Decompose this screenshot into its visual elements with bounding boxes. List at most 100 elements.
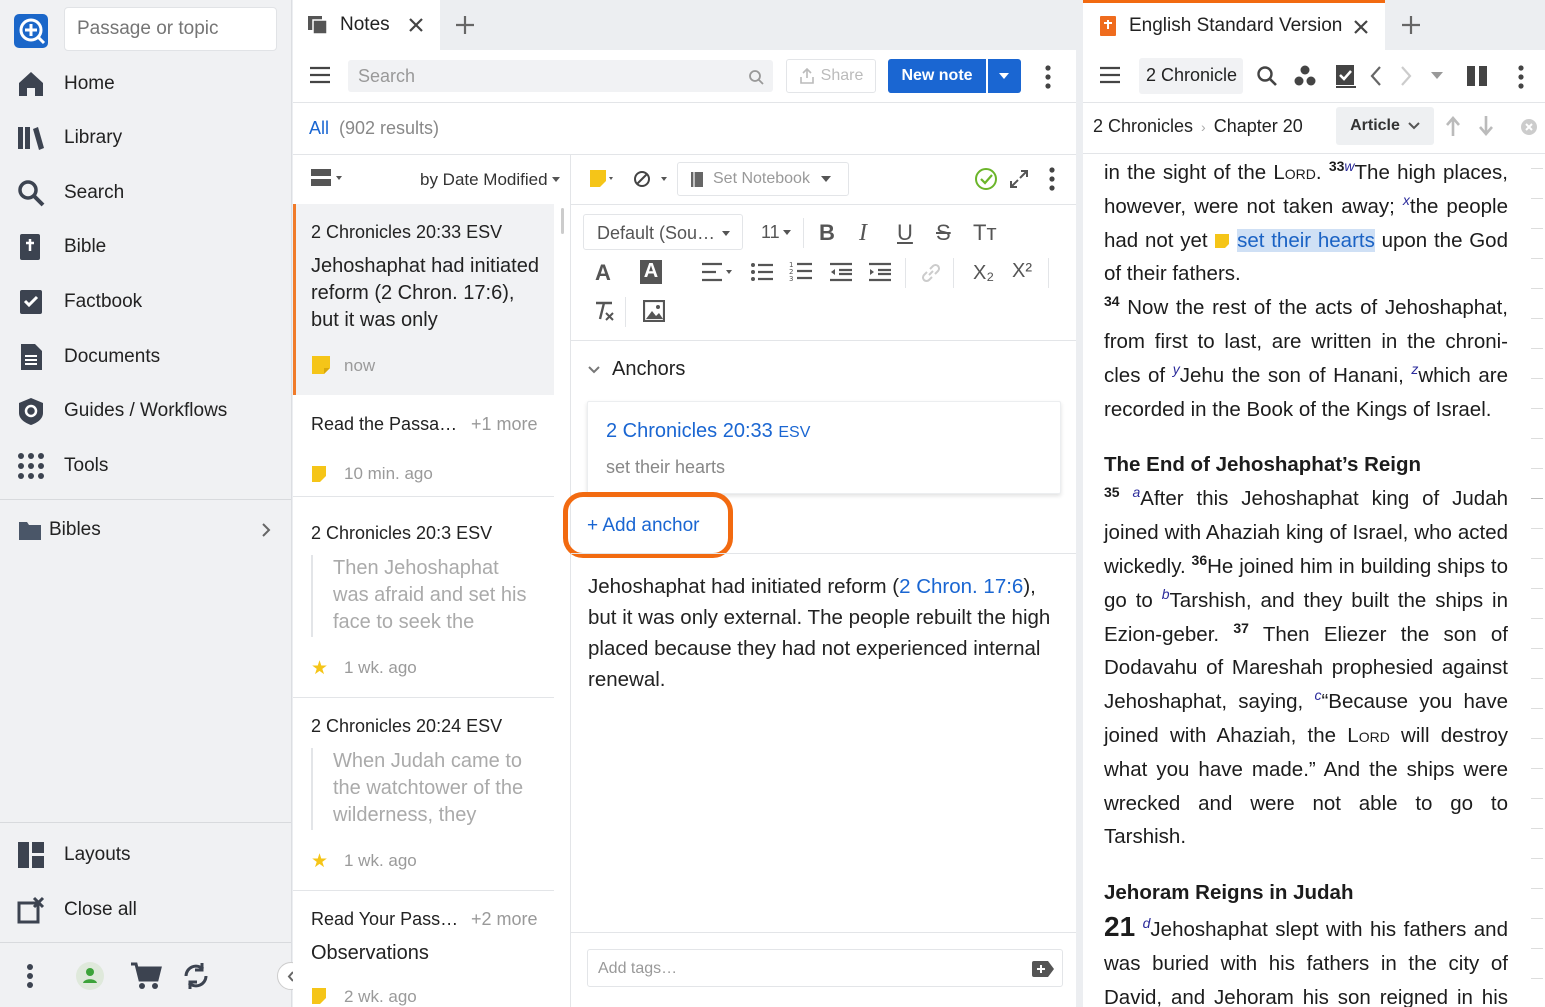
sync-icon[interactable] xyxy=(180,960,212,992)
more-vertical-icon[interactable] xyxy=(1517,64,1525,90)
sidebar-item-library[interactable]: Library xyxy=(0,113,291,163)
sidebar-item-factbook[interactable]: Factbook xyxy=(0,277,291,327)
more-vertical-icon[interactable] xyxy=(26,963,34,989)
close-icon[interactable] xyxy=(1353,19,1369,35)
close-icon[interactable] xyxy=(408,17,424,33)
sidebar-item-bibles[interactable]: Bibles xyxy=(0,507,291,553)
new-note-button[interactable]: New note xyxy=(888,59,986,93)
sidebar-item-layouts[interactable]: Layouts xyxy=(0,830,291,880)
share-button[interactable]: Share xyxy=(786,59,876,93)
add-tab-icon[interactable] xyxy=(1401,15,1421,35)
subscript-button[interactable]: X₂ xyxy=(973,262,994,285)
add-tag-icon[interactable] xyxy=(1031,960,1055,978)
factbook-icon[interactable] xyxy=(1335,64,1357,88)
ruler-tick xyxy=(1531,768,1543,769)
align-icon[interactable] xyxy=(701,262,735,282)
ruler-marker[interactable] xyxy=(1531,498,1543,499)
numbered-list-icon[interactable]: 123 xyxy=(789,260,813,282)
tab-esv[interactable]: English Standard Version xyxy=(1083,0,1385,50)
anchor-card[interactable]: 2 Chronicles 20:33 ESV set their hearts xyxy=(587,401,1061,494)
back-arrow-icon[interactable] xyxy=(1369,65,1383,87)
bullet-list-icon[interactable] xyxy=(750,262,774,282)
notes-search-input[interactable]: Search xyxy=(348,60,773,92)
note-list-item[interactable]: 2 Chronicles 20:24 ESV When Judah came t… xyxy=(293,698,554,890)
arrow-down-icon[interactable] xyxy=(1478,115,1494,137)
ruler-tick xyxy=(1531,468,1543,469)
sidebar-item-tools[interactable]: Tools xyxy=(0,441,291,491)
article-dropdown[interactable]: Article xyxy=(1336,107,1434,145)
parallel-view-icon[interactable] xyxy=(1466,65,1488,87)
text-case-button[interactable]: Tт xyxy=(973,220,997,246)
sidebar-item-bible[interactable]: Bible xyxy=(0,222,291,272)
bold-button[interactable]: B xyxy=(819,220,835,246)
people-icon[interactable] xyxy=(1293,64,1317,88)
clear-style-icon[interactable] xyxy=(633,170,669,188)
note-list-item[interactable]: Read the Passa… +1 more 10 min. ago xyxy=(293,396,554,496)
breadcrumb-chapter[interactable]: Chapter 20 xyxy=(1214,116,1303,137)
tab-notes[interactable]: Notes xyxy=(293,0,440,50)
sidebar-item-documents[interactable]: Documents xyxy=(0,332,291,382)
more-vertical-icon[interactable] xyxy=(1048,166,1056,192)
tags-input[interactable]: Add tags… xyxy=(587,949,1063,987)
menu-icon[interactable] xyxy=(1099,66,1121,84)
close-all-icon xyxy=(17,896,45,924)
sidebar-item-search[interactable]: Search xyxy=(0,168,291,218)
arrow-up-icon[interactable] xyxy=(1445,115,1461,137)
passage-input[interactable] xyxy=(64,7,277,51)
chevron-down-icon[interactable] xyxy=(587,365,601,375)
image-icon[interactable] xyxy=(643,300,665,322)
close-circle-icon[interactable] xyxy=(1520,118,1538,136)
share-label: Share xyxy=(820,67,864,84)
ruler-tick xyxy=(1531,708,1543,709)
font-color-button[interactable]: A xyxy=(595,260,611,286)
new-note-dropdown-button[interactable] xyxy=(988,59,1021,93)
sidebar-item-guides[interactable]: Guides / Workflows xyxy=(0,386,291,436)
expand-icon[interactable] xyxy=(1009,169,1029,189)
note-list-item[interactable]: Read Your Pass… +2 more Observations 2 w… xyxy=(293,891,554,1007)
font-family-dropdown[interactable]: Default (Sou… xyxy=(583,214,743,250)
set-notebook-dropdown[interactable]: Set Notebook xyxy=(677,162,849,196)
highlight-color-button[interactable]: A xyxy=(640,260,662,284)
search-icon[interactable] xyxy=(1256,65,1278,87)
history-dropdown-icon[interactable] xyxy=(1431,72,1443,80)
forward-arrow-icon[interactable] xyxy=(1399,65,1413,87)
bible-text-viewport[interactable]: in the sight of the Lord. 33wThe high pl… xyxy=(1083,154,1529,1007)
italic-button[interactable]: I xyxy=(859,220,867,247)
tools-grid-icon xyxy=(18,453,44,479)
font-size-dropdown[interactable]: 11 xyxy=(761,222,791,243)
strikethrough-button[interactable]: S xyxy=(936,220,951,246)
anchor-reference-link[interactable]: 2 Chronicles 20:33 ESV xyxy=(606,420,810,443)
filter-all-link[interactable]: All xyxy=(309,118,329,139)
superscript-button[interactable]: X² xyxy=(1012,260,1032,283)
view-mode-icon[interactable] xyxy=(311,168,343,188)
more-vertical-icon[interactable] xyxy=(1044,64,1052,90)
user-avatar-icon[interactable] xyxy=(75,961,105,991)
note-content-link[interactable]: 2 Chron. 17:6 xyxy=(899,575,1023,598)
sidebar-item-home[interactable]: Home xyxy=(0,59,291,109)
outdent-icon[interactable] xyxy=(829,262,853,282)
clear-format-icon[interactable] xyxy=(593,300,615,322)
note-style-icon[interactable] xyxy=(589,169,613,189)
indent-icon[interactable] xyxy=(868,262,892,282)
underline-button[interactable]: U xyxy=(897,220,913,246)
sort-dropdown[interactable]: by Date Modified xyxy=(420,170,560,190)
add-tab-icon[interactable] xyxy=(455,15,475,35)
note-more-count: +2 more xyxy=(471,909,538,929)
menu-icon[interactable] xyxy=(309,66,331,84)
sidebar-item-close-all[interactable]: Close all xyxy=(0,885,291,935)
scrollbar-thumb[interactable] xyxy=(561,208,564,234)
note-list-item[interactable]: 2 Chronicles 20:33 ESV Jehoshaphat had i… xyxy=(293,204,554,395)
sort-label: by Date Modified xyxy=(420,170,548,189)
breadcrumb-book[interactable]: 2 Chronicles xyxy=(1093,116,1193,137)
note-list-item[interactable]: 2 Chronicles 20:3 ESV Then Jehoshaphat w… xyxy=(293,497,554,697)
logos-logo-icon[interactable] xyxy=(14,14,48,48)
link-icon[interactable] xyxy=(921,263,941,283)
add-anchor-button[interactable]: + Add anchor xyxy=(587,515,700,537)
reference-value: 2 Chronicle xyxy=(1146,65,1238,85)
reference-input[interactable]: 2 Chronicle xyxy=(1139,58,1243,94)
sticky-note-icon[interactable] xyxy=(1214,233,1230,249)
cart-icon[interactable] xyxy=(130,961,162,991)
sidebar-item-label: Search xyxy=(64,182,125,203)
note-content-editor[interactable]: Jehoshaphat had initiated reform (2 Chro… xyxy=(588,571,1058,695)
panel-splitter[interactable] xyxy=(1076,0,1083,1007)
